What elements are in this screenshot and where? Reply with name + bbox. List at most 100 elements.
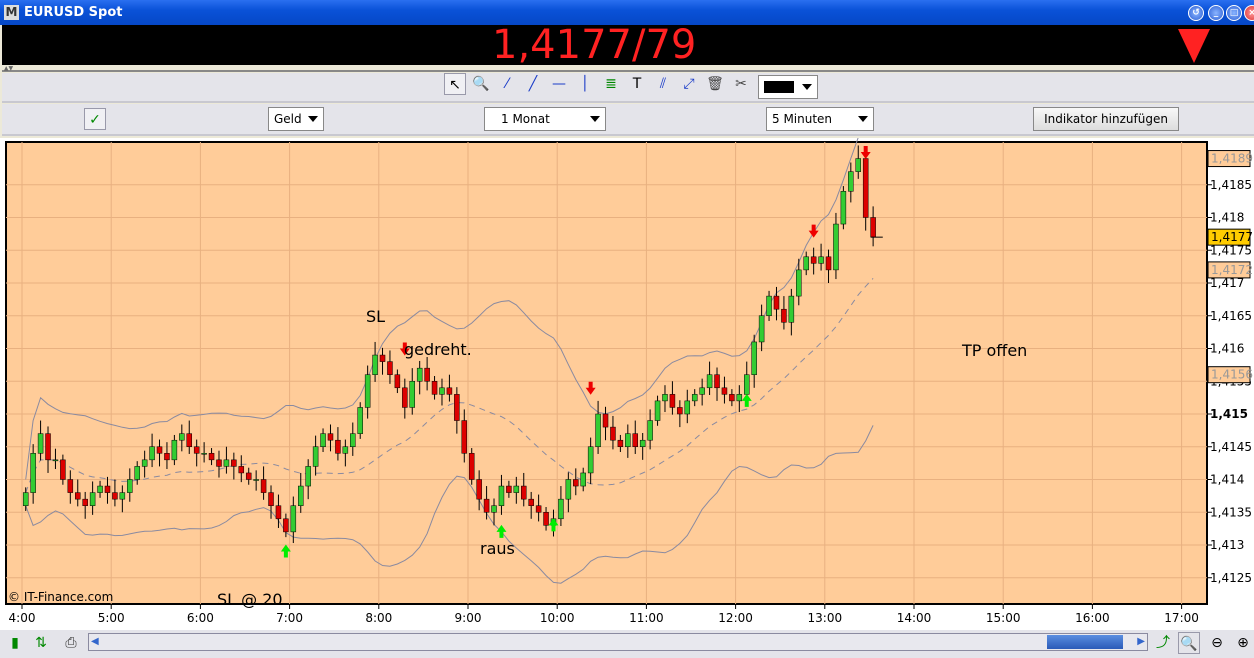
candle-body xyxy=(312,446,319,467)
candle-body xyxy=(37,433,44,454)
candle-body xyxy=(268,492,274,506)
candle-body xyxy=(543,512,549,526)
candle-body xyxy=(498,485,505,506)
scrollbar-thumb[interactable] xyxy=(1047,635,1123,649)
candle xyxy=(357,402,363,439)
y-tick-label: 1,4125 xyxy=(1210,571,1252,585)
parallel-icon[interactable]: ⤢ xyxy=(678,73,700,95)
scroll-right-icon[interactable]: ▶ xyxy=(1137,636,1145,647)
candle-body xyxy=(30,453,36,493)
candle-body xyxy=(818,256,824,264)
chart-area[interactable]: 1,41251,4131,41351,4141,41451,4151,41551… xyxy=(0,130,1254,630)
candle-body xyxy=(468,453,475,480)
candle-body xyxy=(848,171,854,192)
zoom-in-icon[interactable]: ⊕ xyxy=(1232,632,1254,654)
candle-body xyxy=(357,407,363,434)
candle-body xyxy=(149,446,155,461)
candle-body xyxy=(461,420,468,454)
candle-body xyxy=(320,433,326,447)
candle-body xyxy=(97,485,103,493)
y-tick-label: 1,413 xyxy=(1210,538,1244,552)
candle-body xyxy=(431,381,438,395)
candle-body xyxy=(803,256,809,271)
candle-body xyxy=(335,439,341,454)
y-tick-label: 1,415 xyxy=(1210,407,1248,421)
trendline-icon[interactable]: ⁄ xyxy=(496,73,518,95)
candle-body xyxy=(350,433,356,447)
candle-body xyxy=(186,433,192,447)
x-tick-label: 7:00 xyxy=(276,611,303,625)
splitter[interactable]: ▲▼ xyxy=(2,65,1254,72)
candle-body xyxy=(208,453,215,461)
line-icon[interactable]: ╱ xyxy=(522,73,544,95)
vertical-line-icon[interactable]: │ xyxy=(574,73,596,95)
zoom-fit-icon[interactable]: 🔍 xyxy=(1178,632,1200,654)
trash-icon[interactable]: 🗑 xyxy=(704,73,726,95)
interval-select[interactable]: 5 Minuten xyxy=(766,107,874,131)
chevron-down-icon xyxy=(590,116,600,122)
range-value: 1 Monat xyxy=(501,112,550,126)
candle xyxy=(468,448,475,485)
y-tick-label: 1,414 xyxy=(1210,473,1244,487)
bottom-toolbar: ▮ ⇅ ⎙ ◀ ▶ ⤴ 🔍 ⊖ ⊕ xyxy=(0,630,1254,658)
candle-body xyxy=(283,518,289,533)
chart-type-icon[interactable]: ✓ xyxy=(84,108,106,130)
candle-body xyxy=(112,492,118,500)
compare-icon[interactable]: ⇅ xyxy=(30,632,52,654)
candle-body xyxy=(840,191,847,225)
restore-icon[interactable]: ↺ xyxy=(1188,5,1204,21)
chart-annotation: gedreht. xyxy=(404,340,472,359)
tools-icon[interactable]: ✂ xyxy=(730,73,752,95)
y-tick-label: 1,418 xyxy=(1210,211,1244,225)
candle-body xyxy=(677,407,683,415)
plot-background xyxy=(5,141,1208,605)
candle-body xyxy=(238,466,245,474)
candle-body xyxy=(558,498,564,520)
fibonacci-icon[interactable]: ≣ xyxy=(600,73,622,95)
text-icon[interactable]: T xyxy=(626,73,648,95)
y-tick-label: 1,416 xyxy=(1210,342,1244,356)
price-marker-label: 1,4156 xyxy=(1211,368,1253,382)
candlestick-chart[interactable]: 1,41251,4131,41351,4141,41451,4151,41551… xyxy=(0,130,1254,630)
candle-body xyxy=(729,394,735,402)
zoom-out-icon[interactable]: ⊖ xyxy=(1206,632,1228,654)
x-tick-label: 13:00 xyxy=(808,611,843,625)
candle-body xyxy=(45,433,51,461)
pointer-icon[interactable]: ↖ xyxy=(444,73,466,95)
candle-body xyxy=(714,374,720,389)
candle-body xyxy=(766,295,772,317)
range-select[interactable]: 1 Monat xyxy=(484,107,606,131)
zoom-icon[interactable]: 🔍 xyxy=(470,73,492,95)
horizontal-line-icon[interactable]: — xyxy=(548,73,570,95)
candle-body xyxy=(587,446,594,474)
candle-body xyxy=(364,374,371,408)
chart-annotation: raus xyxy=(480,539,515,558)
candle-body xyxy=(662,394,668,402)
candle-body xyxy=(394,374,401,389)
window-title: EURUSD Spot xyxy=(24,5,123,20)
autoscale-icon[interactable]: ⤴ xyxy=(1152,632,1174,654)
candle-body xyxy=(565,479,572,500)
candle-body xyxy=(639,439,646,448)
scroll-left-icon[interactable]: ◀ xyxy=(91,636,99,647)
x-tick-label: 8:00 xyxy=(365,611,392,625)
candle-body xyxy=(193,446,200,454)
candles-icon[interactable]: ▮ xyxy=(4,632,26,654)
time-scrollbar[interactable]: ◀ ▶ xyxy=(88,633,1148,651)
minimize-button[interactable]: _ xyxy=(1208,5,1224,21)
candle-body xyxy=(796,269,802,297)
add-indicator-button[interactable]: Indikator hinzufügen xyxy=(1033,107,1179,131)
candle-body xyxy=(223,459,230,467)
price-type-select[interactable]: Geld xyxy=(268,107,324,131)
x-tick-label: 17:00 xyxy=(1164,611,1199,625)
candle-body xyxy=(684,400,691,415)
chart-annotation: SL xyxy=(366,307,385,326)
close-button[interactable]: × xyxy=(1244,5,1254,21)
candle xyxy=(840,186,847,230)
color-picker[interactable] xyxy=(758,75,818,99)
candle-body xyxy=(372,354,378,375)
x-tick-label: 12:00 xyxy=(718,611,753,625)
print-icon[interactable]: ⎙ xyxy=(60,632,82,654)
maximize-button[interactable]: □ xyxy=(1226,5,1242,21)
channel-icon[interactable]: ⫽ xyxy=(652,73,674,95)
